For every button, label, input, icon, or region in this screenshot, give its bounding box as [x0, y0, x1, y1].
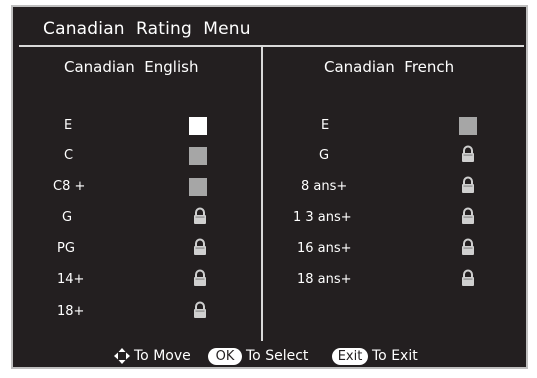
rating-label: C8 + [53, 179, 86, 194]
english-column-header: Canadian English [64, 58, 199, 76]
unblocked-checkbox[interactable] [189, 178, 207, 196]
lock-icon[interactable] [461, 145, 475, 163]
rating-label: G [62, 210, 73, 225]
rating-label: 18+ [57, 304, 85, 319]
rating-label: 14+ [57, 272, 85, 287]
help-bar: To Move OK To Select Exit To Exit [13, 348, 526, 366]
french-column-header: Canadian French [324, 58, 455, 76]
lock-icon[interactable] [193, 301, 207, 319]
rating-label: G [319, 148, 330, 163]
lock-icon[interactable] [193, 207, 207, 225]
lock-icon[interactable] [193, 269, 207, 287]
rating-label: 18 ans+ [297, 272, 352, 287]
lock-icon[interactable] [461, 269, 475, 287]
rating-label: PG [57, 241, 75, 256]
exit-button[interactable]: Exit [332, 348, 368, 365]
select-hint-text: To Select [246, 348, 309, 364]
unblocked-checkbox[interactable] [189, 147, 207, 165]
lock-icon[interactable] [461, 238, 475, 256]
move-hint-text: To Move [134, 348, 191, 364]
rating-label: 1 3 ans+ [293, 210, 352, 225]
column-divider [261, 47, 263, 341]
unblocked-checkbox[interactable] [189, 117, 207, 135]
lock-icon[interactable] [461, 176, 475, 194]
four-way-arrows-icon [114, 348, 130, 364]
unblocked-checkbox[interactable] [459, 117, 477, 135]
exit-hint-text: To Exit [372, 348, 418, 364]
lock-icon[interactable] [193, 238, 207, 256]
rating-label: E [321, 118, 330, 133]
menu-title: Canadian Rating Menu [43, 19, 251, 39]
rating-label: 16 ans+ [297, 241, 352, 256]
rating-label: C [64, 148, 74, 163]
title-divider [19, 45, 524, 47]
lock-icon[interactable] [461, 207, 475, 225]
rating-label: 8 ans+ [301, 179, 348, 194]
rating-label: E [64, 118, 73, 133]
ok-button[interactable]: OK [208, 348, 242, 365]
rating-menu-screen: Canadian Rating Menu Canadian English Ca… [11, 5, 528, 369]
